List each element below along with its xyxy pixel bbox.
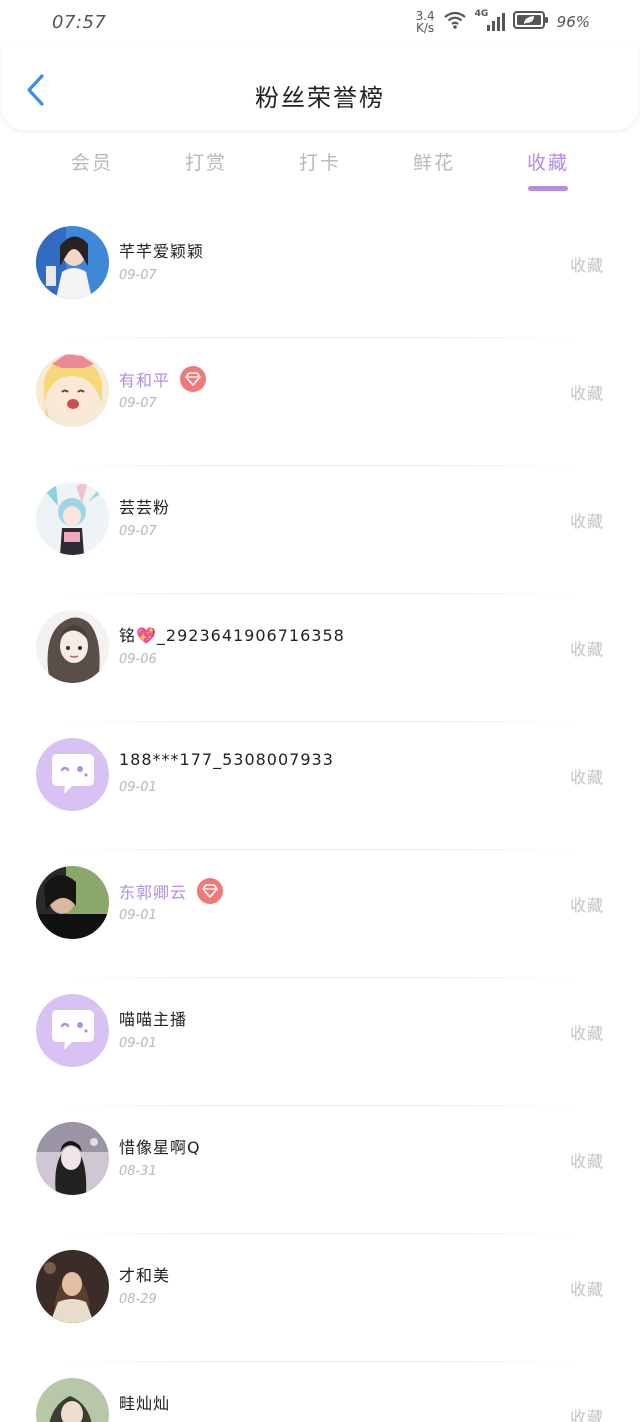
fan-name: 铭💖_2923641906716358 (119, 626, 345, 645)
fan-date: 09-07 (119, 524, 157, 539)
favorite-label: 收藏 (569, 512, 604, 531)
diamond-icon (197, 878, 224, 904)
status-icons: 3.4 K/s 4G 96% (416, 9, 590, 34)
avatar (36, 1250, 109, 1323)
fan-name-line: 芊芊爱颖颖 (119, 238, 204, 262)
fan-name-line: 188***177_5308007933 (119, 750, 334, 769)
fan-name: 芸芸粉 (119, 498, 171, 517)
fan-date: 09-06 (119, 652, 157, 667)
list-item[interactable]: 喵喵主播 09-01 收藏 (0, 978, 640, 1106)
list-item[interactable]: 畦灿灿 收藏 (0, 1362, 640, 1422)
favorite-label: 收藏 (569, 768, 604, 787)
avatar (36, 1378, 109, 1422)
list-item[interactable]: 有和平 09-07 收藏 (0, 338, 640, 466)
favorite-label: 收藏 (569, 384, 604, 403)
tab-rewards[interactable]: 打赏 (166, 148, 246, 175)
list-item[interactable]: 188***177_5308007933 09-01 收藏 (0, 722, 640, 850)
status-bar: 07:57 3.4 K/s 4G 96% (0, 0, 640, 48)
fan-date: 09-01 (119, 780, 157, 795)
tab-flowers[interactable]: 鲜花 (394, 148, 474, 175)
fan-name: 才和美 (119, 1266, 171, 1285)
favorite-label: 收藏 (569, 1152, 604, 1171)
fan-name-line: 东郭卿云 (119, 878, 224, 904)
fan-name: 芊芊爱颖颖 (119, 242, 205, 261)
list-item[interactable]: 芸芸粉 09-07 收藏 (0, 466, 640, 594)
tab-members[interactable]: 会员 (52, 148, 132, 175)
fan-name-line: 畦灿灿 (119, 1390, 170, 1414)
fan-name-line: 有和平 (119, 366, 207, 392)
avatar (36, 866, 109, 939)
fan-name-line: 才和美 (119, 1262, 170, 1286)
favorite-label: 收藏 (569, 256, 604, 275)
network-speed-unit: K/s (416, 21, 435, 35)
active-tab-indicator (528, 186, 568, 191)
favorite-label: 收藏 (569, 1280, 604, 1299)
list-item[interactable]: 才和美 08-29 收藏 (0, 1234, 640, 1362)
fan-name: 喵喵主播 (119, 1010, 188, 1029)
status-time: 07:57 (52, 12, 107, 33)
wifi-icon (443, 10, 467, 34)
diamond-icon (180, 366, 207, 392)
favorite-label: 收藏 (569, 896, 604, 915)
tab-favorites[interactable]: 收藏 (508, 148, 588, 191)
battery-icon (512, 10, 549, 34)
avatar (36, 226, 109, 299)
fan-date: 09-07 (119, 268, 157, 283)
list-item[interactable]: 惜像星啊Q 08-31 收藏 (0, 1106, 640, 1234)
fan-name-line: 铭💖_2923641906716358 (119, 622, 345, 646)
default-avatar (36, 738, 109, 811)
fan-name-line: 芸芸粉 (119, 494, 170, 518)
fan-date: 08-31 (119, 1164, 157, 1179)
avatar (36, 354, 109, 427)
favorite-label: 收藏 (569, 1024, 604, 1043)
list-item[interactable]: 芊芊爱颖颖 09-07 收藏 (0, 210, 640, 338)
battery-percent: 96% (556, 13, 590, 31)
fan-date: 08-29 (119, 1292, 157, 1307)
fan-name: 188***177_5308007933 (119, 750, 334, 769)
fan-name: 有和平 (119, 371, 171, 390)
fan-name: 东郭卿云 (119, 883, 188, 902)
default-avatar (36, 994, 109, 1067)
top-navigation-bar: 粉丝荣誉榜 (2, 48, 638, 130)
fan-name: 畦灿灿 (119, 1394, 171, 1413)
cellular-signal-icon: 4G (475, 9, 505, 33)
tab-favorites-label: 收藏 (526, 152, 569, 174)
avatar (36, 482, 109, 555)
fan-date: 09-07 (119, 396, 157, 411)
fan-name-line: 喵喵主播 (119, 1006, 187, 1030)
fan-list: 芊芊爱颖颖 09-07 收藏 有和平 09-07 收藏 芸芸粉 09-07 收藏… (0, 210, 640, 1422)
avatar (36, 610, 109, 683)
category-tabs: 会员 打赏 打卡 鲜花 收藏 (0, 140, 640, 192)
fan-date: 09-01 (119, 1036, 157, 1051)
favorite-label: 收藏 (569, 640, 604, 659)
avatar (36, 1122, 109, 1195)
page-title: 粉丝荣誉榜 (255, 84, 385, 112)
fan-date: 09-01 (119, 908, 157, 923)
favorite-label: 收藏 (569, 1408, 604, 1422)
list-item[interactable]: 铭💖_2923641906716358 09-06 收藏 (0, 594, 640, 722)
list-item[interactable]: 东郭卿云 09-01 收藏 (0, 850, 640, 978)
fan-name: 惜像星啊Q (119, 1138, 201, 1157)
fan-name-line: 惜像星啊Q (119, 1134, 201, 1158)
tab-checkin[interactable]: 打卡 (280, 148, 360, 175)
network-speed: 3.4 K/s (416, 10, 435, 34)
